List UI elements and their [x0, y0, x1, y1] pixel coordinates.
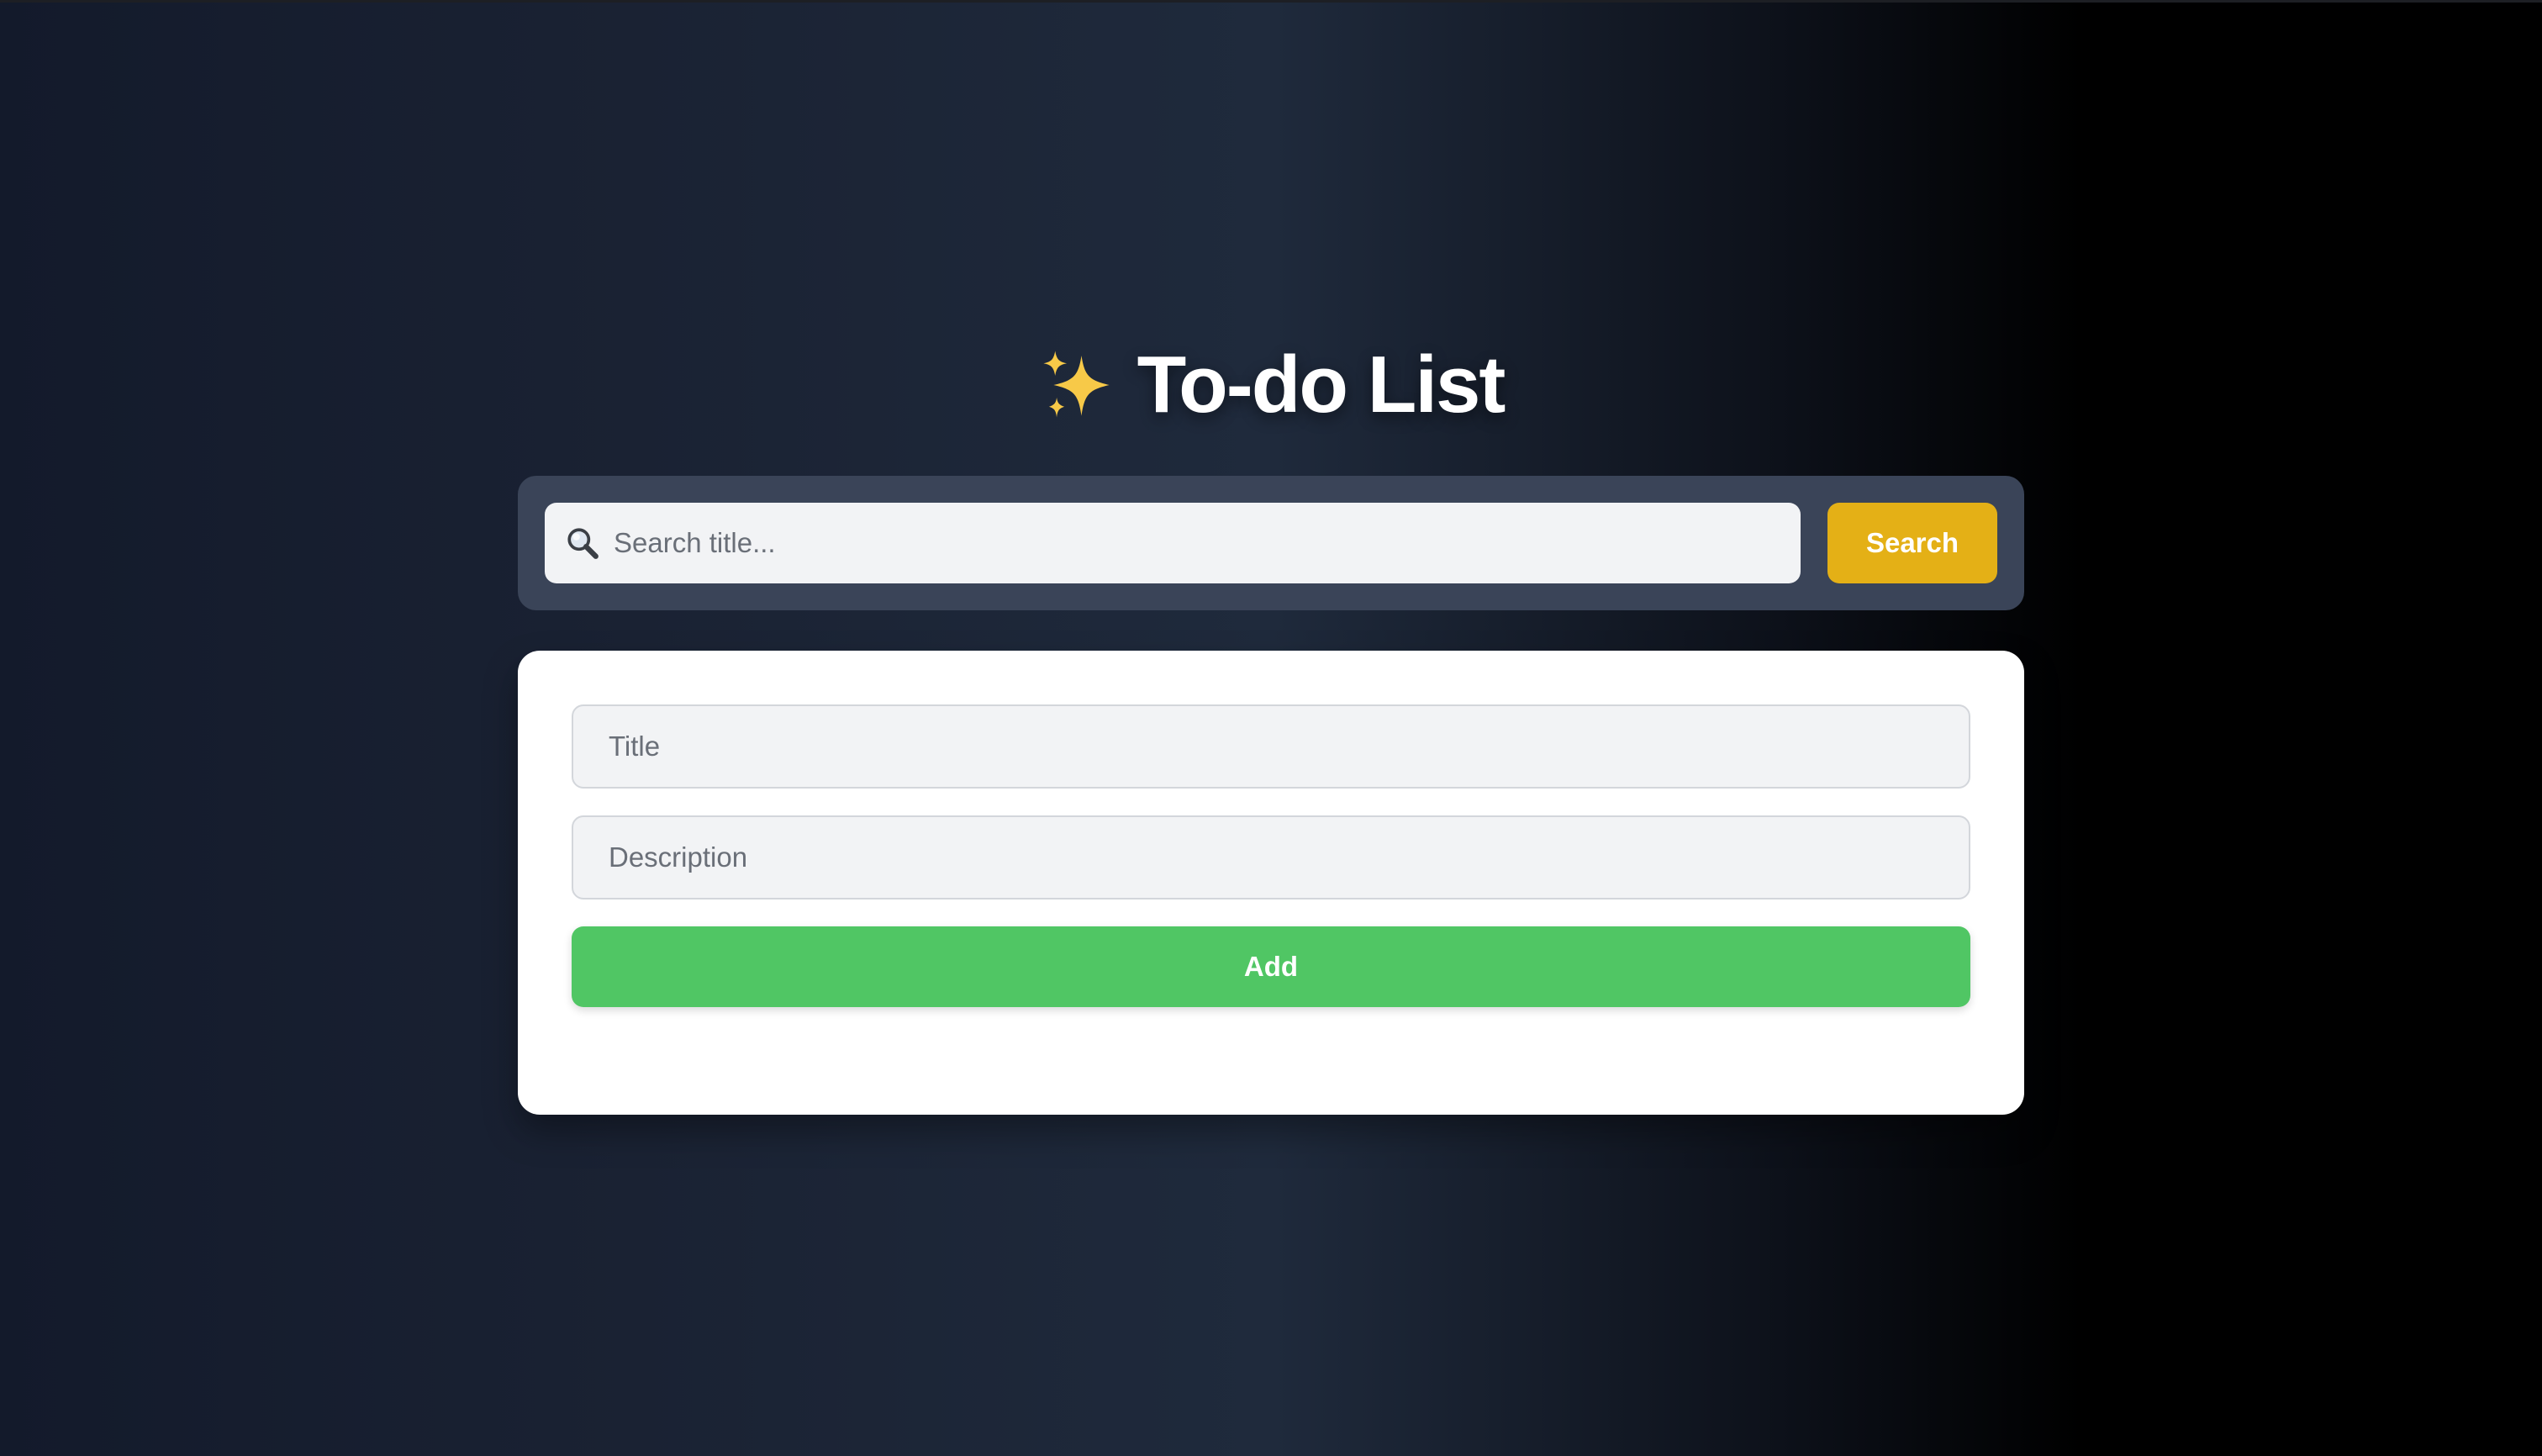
add-button[interactable]: Add: [572, 926, 1970, 1007]
search-input-wrapper[interactable]: [545, 503, 1801, 583]
page-title: To-do List: [518, 336, 2024, 434]
description-field[interactable]: [572, 815, 1970, 899]
search-bar: Search: [518, 476, 2024, 610]
window-top-border: [0, 0, 2542, 3]
search-button[interactable]: Search: [1827, 503, 1997, 583]
app-container: To-do List Search Add: [518, 336, 2024, 1115]
page-title-text: To-do List: [1137, 340, 1506, 430]
sparkles-icon: [1043, 351, 1110, 418]
magnifier-icon: [567, 528, 599, 559]
add-todo-card: Add: [518, 651, 2024, 1115]
search-input[interactable]: [612, 526, 1780, 560]
title-field[interactable]: [572, 704, 1970, 789]
